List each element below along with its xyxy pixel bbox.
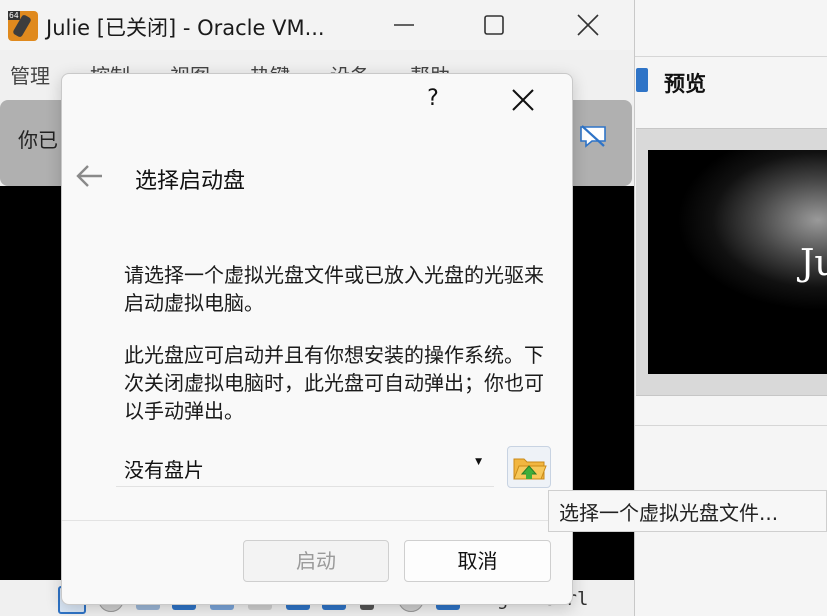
tooltip-text: 选择一个虚拟光盘文件... (559, 501, 779, 525)
notification-text: 你已 (18, 128, 58, 152)
info-paragraph: 此光盘应可启动并且有你想安装的操作系统。下次关闭虚拟电脑时，此光盘可自动弹出；你… (124, 343, 544, 423)
cancel-button[interactable]: 取消 (404, 540, 551, 582)
close-window-button[interactable] (568, 8, 608, 42)
divider (62, 520, 571, 521)
minimize-icon (394, 24, 414, 26)
dialog-title: 选择启动盘 (135, 169, 246, 194)
preview-heading: 预览 (664, 72, 706, 96)
close-icon (577, 14, 599, 36)
chevron-down-icon: ▼ (475, 457, 482, 467)
menu-manage[interactable]: 管理 (10, 58, 50, 94)
start-button[interactable]: 启动 (243, 540, 389, 582)
choose-disk-file-button[interactable] (507, 446, 551, 488)
select-boot-disk-dialog (61, 73, 573, 605)
dialog-close-icon[interactable] (509, 86, 537, 114)
maximize-button[interactable] (474, 8, 514, 42)
preview-screen-text: Ju (800, 243, 827, 284)
app-icon-badge: 64 (8, 11, 20, 20)
tooltip: 选择一个虚拟光盘文件... (548, 490, 827, 532)
help-button[interactable]: ? (423, 84, 443, 114)
boot-disk-select-value: 没有盘片 (124, 458, 204, 482)
boot-disk-select[interactable]: 没有盘片 ▼ (116, 448, 494, 487)
preview-icon (636, 68, 648, 92)
vm-window-title: Julie [已关闭] - Oracle VM... (46, 16, 325, 40)
folder-open-icon (513, 458, 547, 480)
maximize-icon (484, 15, 504, 35)
mouse-integration-off-icon[interactable] (578, 124, 608, 148)
divider (635, 425, 827, 426)
vm-titlebar[interactable]: 64 Julie [已关闭] - Oracle VM... (0, 0, 634, 50)
virtualbox-app-icon: 64 (8, 11, 38, 41)
minimize-button[interactable] (384, 8, 424, 42)
back-arrow-icon[interactable] (76, 163, 104, 189)
divider (635, 56, 827, 57)
instruction-paragraph: 请选择一个虚拟光盘文件或已放入光盘的光驱来启动虚拟电脑。 (124, 263, 544, 315)
